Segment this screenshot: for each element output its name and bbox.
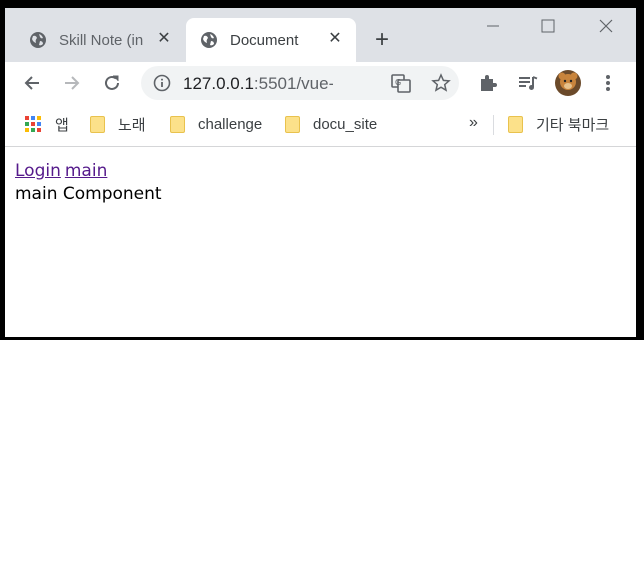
- bookmark-label: 노래: [118, 116, 146, 134]
- new-tab-button[interactable]: +: [369, 28, 395, 54]
- avatar-icon: [555, 70, 581, 96]
- info-icon[interactable]: [153, 74, 171, 97]
- close-tab-icon[interactable]: ✕: [155, 30, 173, 48]
- folder-icon: [285, 115, 300, 133]
- playlist-icon: [519, 76, 538, 90]
- tab-document[interactable]: Document ✕: [186, 18, 356, 62]
- star-icon[interactable]: [431, 73, 451, 98]
- minimize-button[interactable]: [465, 8, 521, 44]
- tab-title: Document: [230, 31, 299, 49]
- component-text: main Component: [15, 184, 162, 204]
- globe-icon: [200, 31, 218, 49]
- main-link[interactable]: main: [65, 161, 107, 181]
- folder-icon: [508, 115, 523, 133]
- close-icon: [599, 19, 613, 33]
- bookmark-label: 앱: [55, 116, 69, 134]
- bookmark-label: docu_site: [313, 115, 378, 133]
- bookmark-folder[interactable]: 노래: [90, 114, 146, 134]
- maximize-button[interactable]: [520, 8, 576, 44]
- bookmark-label: challenge: [198, 115, 263, 133]
- browser-toolbar: 127.0.0.1:5501/vue-ro... G: [5, 62, 636, 104]
- url-path: :5501/vue-ro...: [253, 74, 333, 93]
- divider: [493, 115, 494, 135]
- reload-button[interactable]: [97, 68, 127, 98]
- apps-grid-icon: [25, 116, 41, 132]
- reload-icon: [105, 75, 119, 90]
- page-content: Login main main Component: [15, 161, 162, 204]
- bookmark-folder[interactable]: challenge: [170, 114, 262, 134]
- close-window-button[interactable]: [578, 8, 634, 44]
- login-link[interactable]: Login: [15, 161, 61, 181]
- profile-avatar[interactable]: [553, 68, 583, 98]
- url-text[interactable]: 127.0.0.1:5501/vue-ro...: [183, 74, 333, 94]
- url-host: 127.0.0.1: [183, 74, 254, 93]
- nav-links: Login main: [15, 161, 162, 181]
- media-control-button[interactable]: [513, 68, 543, 98]
- maximize-icon: [541, 19, 555, 33]
- browser-frame: Skill Note (in ✕ Document ✕ + 127.0.0.1:…: [5, 8, 636, 337]
- forward-button[interactable]: [57, 68, 87, 98]
- more-vertical-icon: [606, 75, 610, 91]
- arrow-right-icon: [65, 76, 80, 90]
- globe-icon: [29, 31, 47, 49]
- arrow-left-icon: [24, 76, 39, 90]
- back-button[interactable]: [17, 68, 47, 98]
- address-bar[interactable]: 127.0.0.1:5501/vue-ro... G: [141, 66, 459, 100]
- bookmark-folder[interactable]: docu_site: [285, 114, 377, 134]
- bookmark-label: 기타 북마크: [536, 116, 610, 134]
- folder-icon: [90, 115, 105, 133]
- tab-title: Skill Note (in: [59, 31, 144, 49]
- close-tab-icon[interactable]: ✕: [326, 30, 344, 48]
- svg-text:G: G: [395, 78, 401, 87]
- tab-skill-note[interactable]: Skill Note (in ✕: [19, 18, 185, 62]
- bookmark-other-folder[interactable]: 기타 북마크: [508, 114, 609, 134]
- menu-button[interactable]: [593, 68, 623, 98]
- bookmarks-overflow-button[interactable]: »: [469, 114, 478, 132]
- browser-window: Skill Note (in ✕ Document ✕ + 127.0.0.1:…: [0, 0, 644, 340]
- bookmarks-bar: 앱 노래 challenge docu_site » 기타 북마크: [5, 104, 636, 147]
- bookmark-apps[interactable]: 앱: [25, 114, 69, 134]
- folder-icon: [170, 115, 185, 133]
- extensions-button[interactable]: [473, 68, 503, 98]
- translate-icon[interactable]: G: [391, 73, 411, 98]
- puzzle-icon: [481, 75, 497, 91]
- minimize-icon: [487, 25, 499, 27]
- tab-strip: Skill Note (in ✕ Document ✕ +: [5, 8, 636, 62]
